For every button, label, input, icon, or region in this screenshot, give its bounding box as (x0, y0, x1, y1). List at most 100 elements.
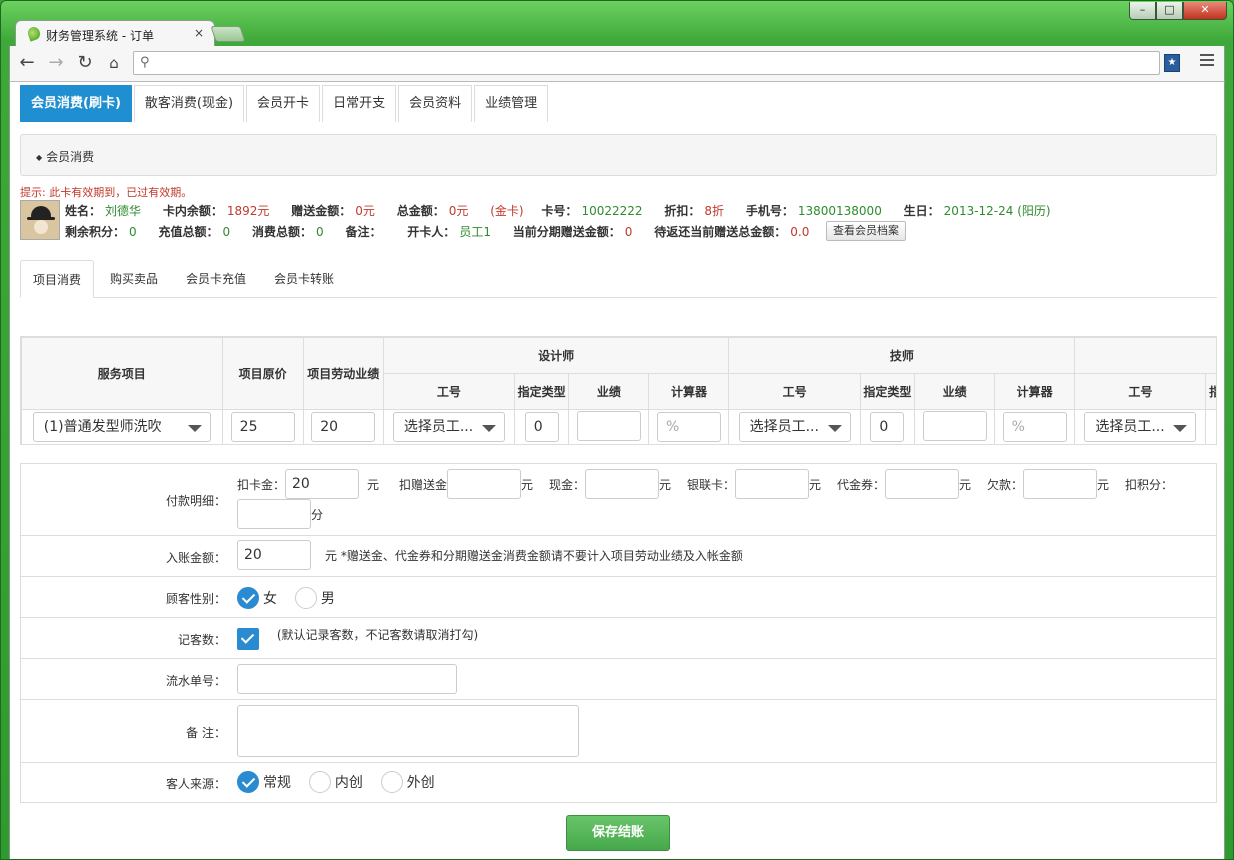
gender-options: 女 男 (237, 587, 349, 609)
tab-member-info[interactable]: 会员资料 (398, 85, 473, 122)
main-nav-tabs: 会员消费(刷卡) 散客消费(现金) 会员开卡 日常开支 会员资料 业绩管理 (20, 85, 550, 122)
back-icon[interactable]: ← (16, 52, 38, 74)
avatar (20, 200, 60, 240)
header-assistant: 助理 (1074, 337, 1216, 374)
count-checkbox[interactable] (237, 628, 259, 650)
header-staff-id: 工号 (1074, 373, 1207, 410)
subtab-project-consume[interactable]: 项目消费 (20, 260, 95, 298)
source-row: 客人来源： 常规 内创 外创 (21, 763, 1216, 801)
technician-calculator-input[interactable]: % (1002, 412, 1067, 442)
new-tab-button[interactable] (210, 26, 246, 42)
count-row: 记客数： (默认记录客数，不记客数请取消打勾) (21, 618, 1216, 659)
serial-label: 流水单号： (165, 674, 226, 688)
birthday: 2013-12-24 (阳历) (943, 204, 1051, 218)
tab-open-card[interactable]: 会员开卡 (246, 85, 321, 122)
income-row: 入账金额： 20 元 *赠送金、代金券和分期赠送金消费金额请不要计入项目劳动业绩… (21, 536, 1216, 577)
subtab-card-transfer[interactable]: 会员卡转账 (262, 260, 346, 298)
cash-input[interactable] (585, 469, 659, 499)
bookmark-extension-icon[interactable]: ★ (1164, 54, 1180, 72)
pending-gift: 0.0 (790, 225, 810, 239)
diamond-icon: ◆ (36, 153, 43, 162)
designer-calculator-input[interactable]: % (656, 412, 721, 442)
tab-member-consume[interactable]: 会员消费(刷卡) (20, 85, 132, 122)
chevron-down-icon (481, 425, 496, 432)
leaf-favicon-icon (26, 25, 42, 42)
card-deduct-input[interactable]: 20 (285, 469, 359, 499)
tab-close-icon[interactable]: × (194, 26, 204, 40)
assistant-staff-select[interactable]: 选择员工... (1084, 412, 1197, 442)
header-calculator: 计算器 (994, 373, 1076, 410)
header-technician: 技师 (728, 337, 1076, 374)
home-icon[interactable]: ⌂ (103, 52, 125, 74)
tab-strip: 财务管理系统 - 订单 × (9, 18, 609, 46)
source-options: 常规 内创 外创 (237, 771, 449, 793)
gift-deduct-input[interactable] (447, 469, 521, 499)
discount: 8折 (704, 204, 724, 218)
designer-performance-input[interactable] (576, 410, 641, 441)
price-input[interactable]: 25 (230, 412, 295, 442)
breadcrumb-label: 会员消费 (46, 150, 95, 164)
maximize-icon[interactable]: □ (1156, 2, 1183, 20)
subtab-card-recharge[interactable]: 会员卡充值 (174, 260, 258, 298)
count-label: 记客数： (177, 633, 226, 647)
technician-type-input[interactable]: 0 (870, 412, 905, 442)
browser-window: – □ ✕ 财务管理系统 - 订单 × ← → ↻ ⌂ ⚲ ★ 会员消费(刷卡)… (0, 0, 1234, 860)
browser-tab[interactable]: 财务管理系统 - 订单 × (15, 20, 215, 46)
header-performance: 业绩 (568, 373, 650, 410)
card-number: 10022222 (581, 204, 643, 218)
sub-tabs: 项目消费 购买卖品 会员卡充值 会员卡转账 (20, 260, 1217, 298)
forward-icon[interactable]: → (45, 52, 67, 74)
card-opener: 员工1 (459, 225, 491, 239)
remark-textarea[interactable] (237, 705, 579, 757)
header-price: 项目原价 (221, 337, 304, 410)
designer-type-input[interactable]: 0 (524, 412, 559, 442)
payment-form: 付款明细： 扣卡金： 20 元 扣赠送金： 元 现金： 元 银联卡： 元 代金券… (20, 463, 1217, 803)
serial-row: 流水单号： (21, 659, 1216, 700)
points-deduct-input[interactable] (237, 499, 311, 529)
service-select[interactable]: (1)普通发型师洗吹 (32, 412, 211, 442)
minimize-icon[interactable]: – (1129, 2, 1156, 20)
source-external-radio[interactable] (380, 771, 403, 793)
assistant-type-input[interactable]: 0 (1216, 412, 1217, 442)
technician-performance-input[interactable] (922, 410, 987, 441)
address-bar[interactable]: ⚲ (133, 51, 1160, 75)
gender-male-radio[interactable] (294, 587, 317, 609)
cash-label: 现金： (549, 478, 586, 492)
card-type: (金卡) (490, 204, 524, 218)
tab-walkin-consume[interactable]: 散客消费(现金) (133, 85, 245, 122)
save-checkout-button[interactable]: 保存结账 (566, 815, 670, 851)
gender-female-radio[interactable] (237, 587, 259, 609)
tab-performance[interactable]: 业绩管理 (474, 85, 549, 122)
voucher-label: 代金券： (837, 478, 886, 492)
source-regular-radio[interactable] (237, 771, 259, 793)
close-window-icon[interactable]: ✕ (1183, 2, 1227, 20)
card-balance: 1892元 (226, 204, 270, 218)
labor-input[interactable]: 20 (311, 412, 376, 442)
search-icon: ⚲ (140, 55, 150, 70)
view-member-file-button[interactable]: 查看会员档案 (826, 221, 906, 241)
chevron-down-icon (1173, 425, 1188, 432)
header-labor: 项目劳动业绩 (302, 337, 384, 410)
header-designer: 设计师 (382, 337, 730, 374)
total-amount: 0元 (448, 204, 469, 218)
income-input[interactable]: 20 (237, 540, 311, 570)
voucher-input[interactable] (885, 469, 959, 499)
window-controls: – □ ✕ (1129, 2, 1227, 20)
unionpay-input[interactable] (735, 469, 809, 499)
address-input[interactable] (158, 54, 1148, 72)
header-assign-type: 指定类型 (1205, 373, 1216, 410)
gender-row: 顾客性别： 女 男 (21, 577, 1216, 618)
technician-staff-select[interactable]: 选择员工... (738, 412, 851, 442)
subtab-buy-goods[interactable]: 购买卖品 (98, 260, 170, 298)
serial-input[interactable] (237, 664, 457, 694)
menu-icon[interactable] (1200, 54, 1214, 69)
source-internal-radio[interactable] (308, 771, 331, 793)
designer-staff-select[interactable]: 选择员工... (392, 412, 505, 442)
unionpay-label: 银联卡： (687, 478, 736, 492)
consume-total: 0 (315, 225, 324, 239)
installment-gift: 0 (624, 225, 633, 239)
reload-icon[interactable]: ↻ (74, 52, 96, 74)
member-info-line-1: 姓名： 刘德华 卡内余额： 1892元 赠送金额： 0元 总金额： 0元 (金卡) 卡号… (65, 204, 1051, 218)
tab-daily-expense[interactable]: 日常开支 (322, 85, 397, 122)
debt-input[interactable] (1023, 469, 1097, 499)
